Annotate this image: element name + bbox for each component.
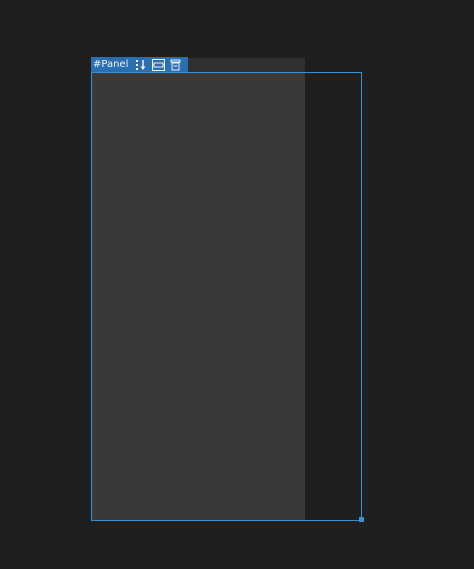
resize-handle[interactable] xyxy=(359,517,364,522)
selection-outline[interactable] xyxy=(91,72,362,521)
element-tag-label: #Panel xyxy=(93,59,129,70)
delete-icon[interactable] xyxy=(168,58,182,71)
fill-width-icon[interactable] xyxy=(151,58,165,71)
reorder-icon[interactable] xyxy=(134,58,148,71)
element-tag-bar: #Panel xyxy=(91,57,189,72)
editor-canvas[interactable]: #Panel xyxy=(0,0,474,569)
